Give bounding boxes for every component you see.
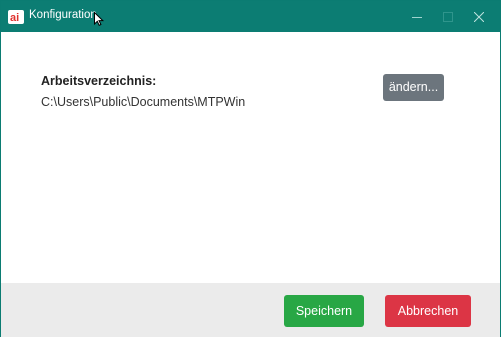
working-dir-path: C:\Users\Public\Documents\MTPWin xyxy=(41,95,246,109)
minimize-icon xyxy=(412,17,422,18)
app-logo-text: ai xyxy=(10,12,19,24)
close-button[interactable] xyxy=(464,1,494,32)
working-dir-label: Arbeitsverzeichnis: xyxy=(41,74,157,88)
content-area xyxy=(1,32,500,282)
config-window: ai Konfiguration Arbeitsverzeichnis: C:\… xyxy=(0,0,501,337)
app-logo-icon: ai xyxy=(8,10,24,24)
mouse-cursor-icon xyxy=(94,12,105,26)
title-bar[interactable]: ai Konfiguration xyxy=(1,1,500,32)
maximize-button[interactable] xyxy=(433,1,463,32)
maximize-icon xyxy=(443,12,453,22)
cancel-button[interactable]: Abbrechen xyxy=(385,295,471,327)
window-title: Konfiguration xyxy=(29,9,97,21)
save-button[interactable]: Speichern xyxy=(284,295,364,327)
change-dir-button[interactable]: ändern... xyxy=(383,74,444,101)
minimize-button[interactable] xyxy=(402,1,432,32)
close-icon xyxy=(474,12,484,22)
